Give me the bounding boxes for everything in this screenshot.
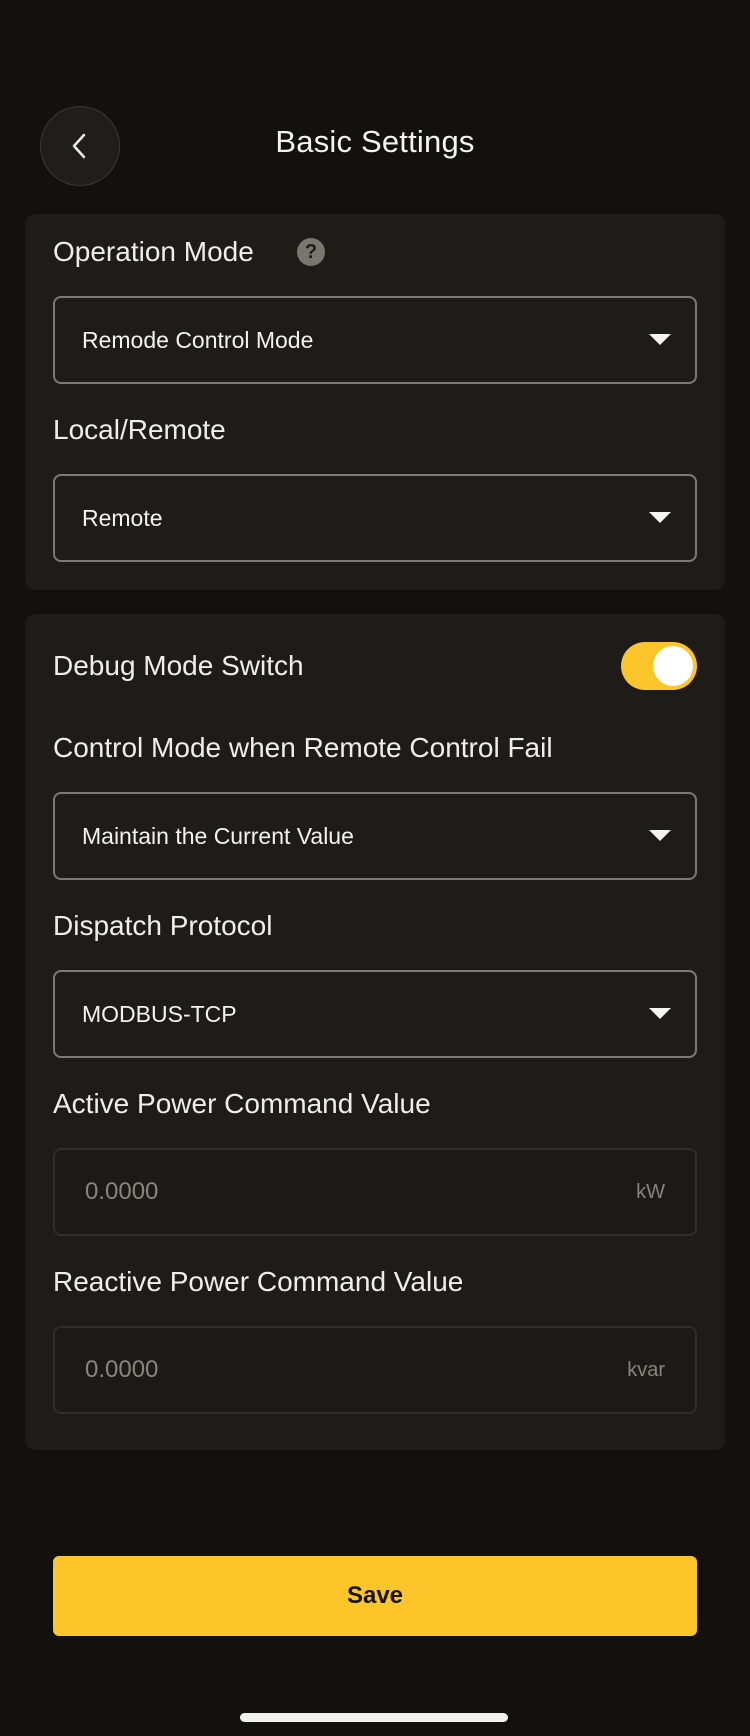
debug-mode-toggle[interactable] — [621, 642, 697, 690]
local-remote-value: Remote — [82, 504, 163, 531]
fail-mode-label: Control Mode when Remote Control Fail — [53, 732, 553, 763]
fail-mode-select[interactable]: Maintain the Current Value — [53, 792, 697, 880]
caret-down-icon — [649, 1008, 671, 1019]
basic-settings-screen: Basic Settings Operation Mode ? Remode C… — [0, 0, 750, 1736]
caret-down-icon — [649, 334, 671, 345]
active-power-label: Active Power Command Value — [53, 1088, 431, 1119]
caret-down-icon — [649, 830, 671, 841]
help-icon[interactable]: ? — [297, 238, 325, 266]
home-indicator — [240, 1713, 508, 1722]
debug-mode-label: Debug Mode Switch — [53, 650, 304, 681]
operation-mode-label: Operation Mode — [53, 236, 254, 267]
dispatch-protocol-select[interactable]: MODBUS-TCP — [53, 970, 697, 1058]
page-title: Basic Settings — [275, 124, 475, 159]
local-remote-select[interactable]: Remote — [53, 474, 697, 562]
control-settings-card: Debug Mode Switch Control Mode when Remo… — [25, 614, 725, 1450]
operation-mode-select[interactable]: Remode Control Mode — [53, 296, 697, 384]
toggle-knob — [653, 646, 693, 686]
active-power-placeholder: 0.0000 — [85, 1178, 159, 1205]
active-power-input[interactable]: 0.0000 kW — [53, 1148, 697, 1236]
dispatch-protocol-label: Dispatch Protocol — [53, 910, 273, 941]
operation-mode-value: Remode Control Mode — [82, 326, 314, 353]
save-button[interactable]: Save — [53, 1556, 697, 1636]
local-remote-label: Local/Remote — [53, 414, 226, 445]
caret-down-icon — [649, 512, 671, 523]
operation-settings-card: Operation Mode ? Remode Control Mode Loc… — [25, 214, 725, 590]
reactive-power-label: Reactive Power Command Value — [53, 1266, 464, 1297]
reactive-power-input[interactable]: 0.0000 kvar — [53, 1326, 697, 1414]
reactive-power-placeholder: 0.0000 — [85, 1356, 159, 1383]
fail-mode-value: Maintain the Current Value — [82, 822, 354, 849]
active-power-unit: kW — [636, 1180, 665, 1203]
dispatch-protocol-value: MODBUS-TCP — [82, 1000, 237, 1027]
reactive-power-unit: kvar — [627, 1358, 665, 1381]
